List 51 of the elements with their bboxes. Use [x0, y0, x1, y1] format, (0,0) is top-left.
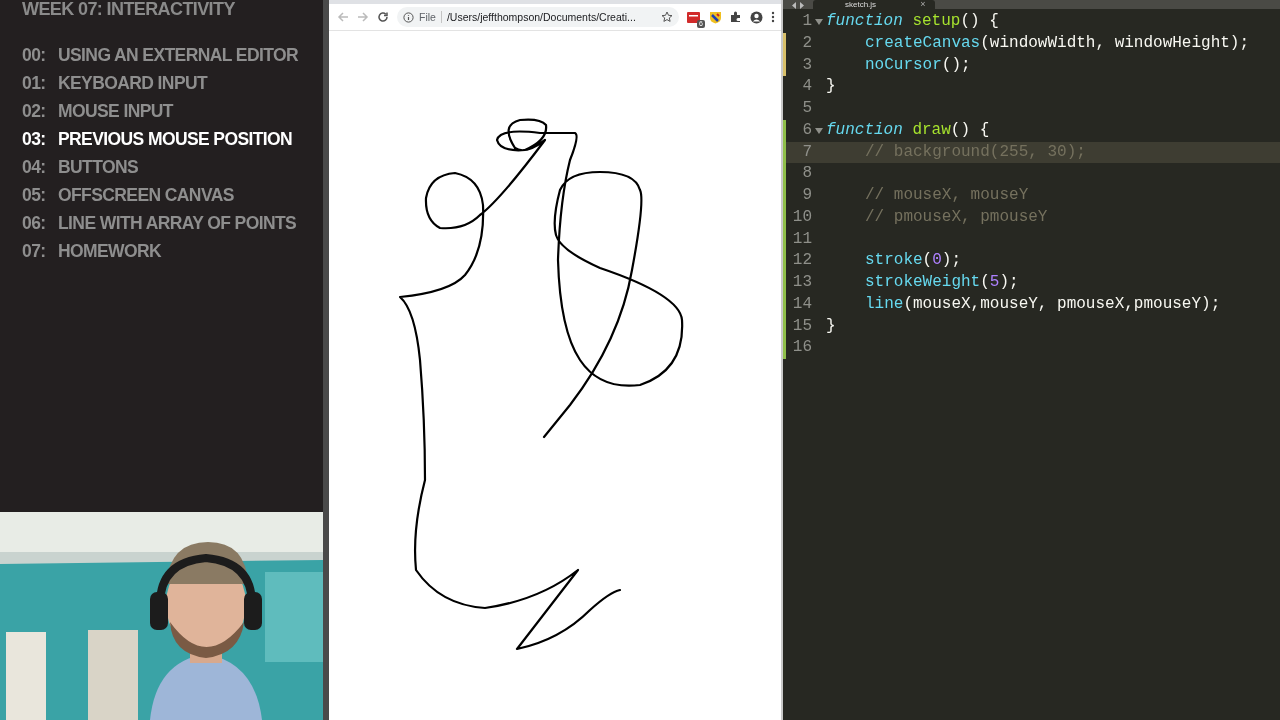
scheme-label: File: [419, 11, 442, 23]
lesson-item[interactable]: 05: OFFSCREEN CANVAS: [22, 184, 234, 207]
line-number: 8: [801, 163, 812, 185]
line-number: 6: [801, 119, 812, 141]
reload-icon[interactable]: [377, 11, 389, 23]
code-line: }: [826, 315, 836, 337]
code-line: }: [826, 76, 836, 98]
line-number: 1: [801, 11, 812, 32]
url-text: /Users/jeffthompson/Documents/Creati...: [446, 11, 637, 23]
nav-arrows-icon[interactable]: [791, 2, 805, 9]
line-number: 2: [801, 32, 812, 54]
code-line: strokeWeight(5);: [864, 272, 1019, 293]
line-number: 15: [791, 315, 812, 337]
menu-icon[interactable]: [771, 11, 775, 23]
file-tab[interactable]: sketch.js ×: [813, 0, 936, 9]
fold-caret-icon[interactable]: [815, 127, 823, 134]
fold-caret-icon[interactable]: [815, 18, 823, 25]
line-number: 12: [791, 250, 812, 272]
puzzle-icon[interactable]: [730, 11, 742, 23]
sidebar-title: WEEK 07: INTERACTIVITY: [22, 0, 235, 21]
line-number: 7: [801, 141, 812, 163]
code-line: function setup() {: [826, 11, 999, 32]
code-line: // mouseX, mouseY: [864, 185, 1029, 206]
shield-icon[interactable]: [709, 10, 722, 24]
code-line: noCursor();: [864, 54, 971, 76]
star-icon[interactable]: [661, 11, 673, 23]
code-line: // pmouseX, pmouseY: [864, 206, 1048, 228]
line-number: 16: [791, 337, 812, 359]
lesson-item[interactable]: 04: BUTTONS: [22, 156, 139, 179]
code-line: stroke(0);: [864, 250, 962, 272]
close-tab-button[interactable]: ×: [920, 0, 926, 9]
code-line: function draw() {: [826, 119, 990, 141]
line-number: 4: [801, 76, 812, 98]
line-number: 3: [801, 54, 812, 76]
code-line: createCanvas(windowWidth, windowHeight);: [864, 32, 1250, 54]
line-number: 9: [801, 185, 812, 206]
line-number: 5: [801, 98, 812, 119]
profile-icon[interactable]: [750, 10, 763, 24]
lesson-item[interactable]: 01: KEYBOARD INPUT: [22, 72, 208, 95]
lesson-item[interactable]: 06: LINE WITH ARRAY OF POINTS: [22, 212, 297, 235]
info-icon[interactable]: [403, 11, 414, 23]
lesson-item[interactable]: 03: PREVIOUS MOUSE POSITION: [22, 128, 293, 151]
line-number: 13: [791, 272, 812, 293]
line-number: 14: [791, 293, 812, 315]
lesson-item[interactable]: 00: USING AN EXTERNAL EDITOR: [22, 44, 299, 67]
code-line: line(mouseX,mouseY, pmouseX,pmouseY);: [864, 293, 1221, 315]
address-bar[interactable]: File /Users/jeffthompson/Documents/Creati...: [397, 7, 679, 27]
line-number: 10: [791, 206, 812, 228]
lesson-item[interactable]: 02: MOUSE INPUT: [22, 100, 173, 123]
line-number: 11: [791, 228, 812, 250]
lesson-item[interactable]: 07: HOMEWORK: [22, 240, 162, 263]
